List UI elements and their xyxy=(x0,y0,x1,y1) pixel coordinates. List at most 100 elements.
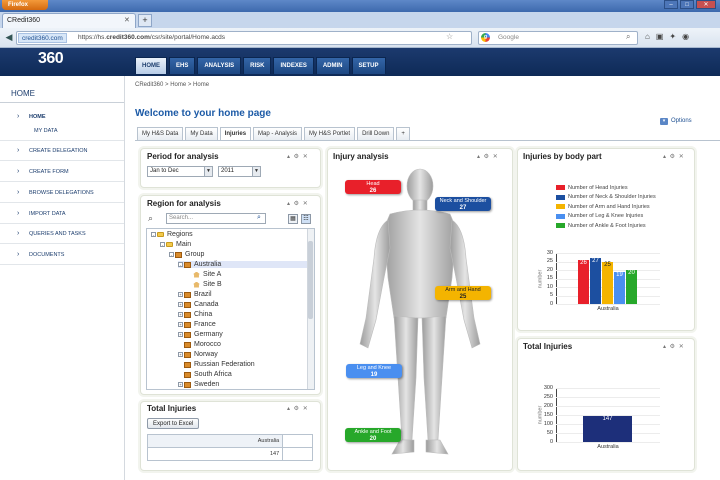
search-icon[interactable]: ⌕ xyxy=(626,32,630,42)
new-tab-button[interactable]: + xyxy=(138,14,152,27)
injury-label-neck-and-shoulder[interactable]: Neck and Shoulder 27 xyxy=(435,197,491,211)
browser-tab[interactable]: CRedit360 xyxy=(2,13,136,28)
tree-node[interactable]: Site B xyxy=(187,281,222,288)
google-icon[interactable]: g xyxy=(481,33,490,42)
injury-label-head[interactable]: Head 26 xyxy=(345,180,401,194)
url-text[interactable]: https://hs.credit360.com/csr/site/portal… xyxy=(78,34,225,41)
topnav-setup[interactable]: SETUP xyxy=(351,57,386,74)
minimize-icon[interactable]: – xyxy=(664,0,678,9)
back-icon[interactable]: ◀ xyxy=(2,30,16,45)
tree-node[interactable]: - Australia xyxy=(178,261,314,268)
sidebar-item-create-form[interactable]: CREATE FORM xyxy=(29,169,69,175)
close-window-icon[interactable]: ✕ xyxy=(696,0,716,9)
tree-node[interactable]: + Canada xyxy=(178,301,219,308)
chevron-down-icon[interactable]: ▼ xyxy=(204,167,212,176)
panel-controls[interactable]: ▴ ⚙ ✕ xyxy=(287,153,309,160)
expand-icon[interactable]: + xyxy=(178,322,183,327)
sidebar-separator xyxy=(0,160,124,161)
expand-icon[interactable]: + xyxy=(178,332,183,337)
bar[interactable]: 20 xyxy=(626,270,637,304)
sidebar-item-queries-and-tasks[interactable]: QUERIES AND TASKS xyxy=(29,231,86,237)
panel-controls[interactable]: ▴ ⚙ ✕ xyxy=(287,405,309,412)
table-cell: 147 xyxy=(146,447,284,461)
tab-my-h-s-data[interactable]: My H&S Data xyxy=(137,127,184,140)
tree-node[interactable]: Russian Federation xyxy=(178,361,255,368)
tree-node[interactable]: Site A xyxy=(187,271,221,278)
sidebar-item-my-data[interactable]: MY DATA xyxy=(34,128,58,134)
tree-node[interactable]: + China xyxy=(178,311,212,318)
bookmarks-icon[interactable]: ▣ xyxy=(656,32,664,41)
total-injuries-chart-title: Total Injuries xyxy=(523,342,573,351)
collapse-icon[interactable]: - xyxy=(151,232,156,237)
tab-map-analysis[interactable]: Map - Analysis xyxy=(253,127,303,140)
tree-node[interactable]: - Regions xyxy=(151,231,193,238)
organization-icon xyxy=(184,291,191,298)
sidebar-item-documents[interactable]: DOCUMENTS xyxy=(29,252,64,258)
tab--[interactable]: + xyxy=(396,127,410,140)
expand-icon[interactable]: + xyxy=(178,292,183,297)
tree-node[interactable]: + Brazil xyxy=(178,291,212,298)
bar[interactable]: 26 xyxy=(578,259,589,304)
panel-controls[interactable]: ▴ ⚙ ✕ xyxy=(287,200,309,207)
tree-node[interactable]: + Sweden xyxy=(178,381,219,388)
tree-node[interactable]: + Germany xyxy=(178,331,223,338)
tab-my-h-s-portlet[interactable]: My H&S Portlet xyxy=(304,127,356,140)
tree-view-icon[interactable]: ☷ xyxy=(301,214,311,224)
search-icon[interactable]: ⌕ xyxy=(257,214,261,222)
bar[interactable]: 27 xyxy=(590,258,601,304)
sidebar-item-import-data[interactable]: IMPORT DATA xyxy=(29,211,66,217)
panel-controls[interactable]: ▴ ⚙ ✕ xyxy=(663,343,685,350)
topnav-home[interactable]: HOME xyxy=(135,57,167,74)
expand-icon[interactable]: + xyxy=(178,302,183,307)
topnav-admin[interactable]: ADMIN xyxy=(315,57,350,74)
tree-node[interactable]: Morocco xyxy=(178,341,221,348)
scrollbar-thumb[interactable] xyxy=(308,241,313,319)
maximize-icon[interactable]: □ xyxy=(680,0,694,9)
tab-drill-down[interactable]: Drill Down xyxy=(357,127,395,140)
bar[interactable]: 25 xyxy=(602,261,613,304)
injury-label-arm-and-hand[interactable]: Arm and Hand 25 xyxy=(435,286,491,300)
tree-node[interactable]: + Norway xyxy=(178,351,218,358)
sidebar-item-browse-delegations[interactable]: BROWSE DELEGATIONS xyxy=(29,190,94,196)
firefox-menu-button[interactable]: Firefox xyxy=(2,0,48,10)
tab-close-icon[interactable]: ✕ xyxy=(124,16,130,24)
tree-node[interactable]: - Group xyxy=(169,251,204,258)
collapse-icon[interactable]: - xyxy=(178,262,183,267)
collapse-icon[interactable]: - xyxy=(169,252,174,257)
expand-icon[interactable]: + xyxy=(178,352,183,357)
topnav-analysis[interactable]: ANALYSIS xyxy=(197,57,242,74)
credit360-logo[interactable]: 360 xyxy=(38,50,64,68)
tree-node[interactable]: - Main xyxy=(160,241,191,248)
legend-swatch xyxy=(556,223,565,229)
collapse-icon[interactable]: - xyxy=(160,242,165,247)
options-icon[interactable]: ▾ xyxy=(660,118,668,125)
topnav-indexes[interactable]: INDEXES xyxy=(273,57,314,74)
export-to-excel-button[interactable]: Export to Excel xyxy=(147,418,200,429)
expand-icon[interactable]: + xyxy=(178,312,183,317)
options-link[interactable]: Options xyxy=(671,118,692,124)
bar[interactable]: 147 xyxy=(583,415,632,442)
tab-my-data[interactable]: My Data xyxy=(185,127,218,140)
tree-node[interactable]: + France xyxy=(178,321,216,328)
sidebar-item-create-delegation[interactable]: CREATE DELEGATION xyxy=(29,148,87,154)
panel-controls[interactable]: ▴ ⚙ ✕ xyxy=(663,153,685,160)
sidebar-divider xyxy=(0,102,124,103)
tab-injuries[interactable]: Injuries xyxy=(219,127,252,141)
injury-label-leg-and-knee[interactable]: Leg and Knee 19 xyxy=(346,364,402,378)
tree-node[interactable]: South Africa xyxy=(178,371,232,378)
topnav-ehs[interactable]: EHS xyxy=(169,57,196,74)
bar[interactable]: 19 xyxy=(614,271,625,304)
chevron-down-icon[interactable]: ▼ xyxy=(252,167,260,176)
home-icon[interactable]: ⌂ xyxy=(645,32,650,41)
bookmark-star-icon[interactable]: ☆ xyxy=(446,32,453,41)
region-search-input[interactable]: Search... xyxy=(166,213,266,224)
panel-controls[interactable]: ▴ ⚙ ✕ xyxy=(477,153,499,160)
topnav-risk[interactable]: RISK xyxy=(243,57,272,74)
sidebar-item-home[interactable]: HOME xyxy=(29,114,46,120)
expand-icon[interactable]: + xyxy=(178,382,183,387)
site-identity-badge[interactable]: credit360.com xyxy=(18,33,67,43)
grid-view-icon[interactable]: ▦ xyxy=(288,214,298,224)
addon-icon[interactable]: ✦ xyxy=(669,32,676,41)
menu-icon[interactable]: ◉ xyxy=(682,32,689,41)
injury-label-ankle-and-foot[interactable]: Ankle and Foot 20 xyxy=(345,428,401,442)
